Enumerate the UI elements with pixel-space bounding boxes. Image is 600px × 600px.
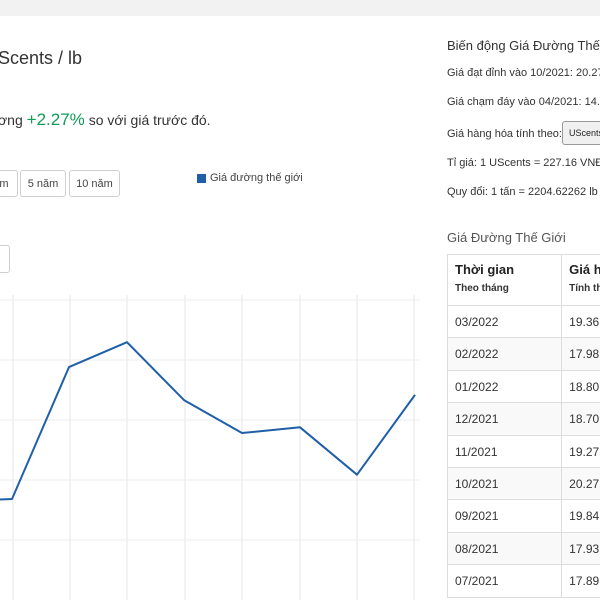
legend-label: Giá đường thế giới	[210, 172, 303, 184]
table-row: 01/2022 18.80	[446, 369, 600, 404]
row-price: 19.27	[561, 434, 600, 468]
col-price-subtitle: Tính th	[569, 283, 600, 294]
table-row: 11/2021 19.27	[446, 434, 600, 468]
table-row: 03/2022 19.36	[446, 304, 600, 339]
row-price: 17.98	[561, 337, 600, 371]
price-unit-label: Scents / lb	[0, 48, 83, 68]
row-time: 03/2022	[446, 304, 563, 339]
row-price: 20.27	[561, 466, 600, 501]
col-time-title: Thời gian	[455, 262, 515, 277]
legend-swatch	[197, 173, 206, 183]
table-row: 08/2021 17.93	[446, 531, 600, 566]
table-title: Giá Đường Thế Giới	[447, 230, 566, 245]
conversion-text: Quy đổi: 1 tấn = 2204.62262 lb	[447, 186, 598, 198]
unit-label: Giá hàng hóa tính theo:	[447, 128, 562, 140]
change-prefix: ơng	[0, 112, 23, 128]
row-time: 01/2022	[446, 369, 563, 404]
price-table: Thời gian Theo tháng Giá h Tính th 03/20…	[446, 254, 600, 598]
bottom-price-text: Giá chạm đáy vào 04/2021: 14.7	[447, 96, 600, 108]
row-price: 18.80	[561, 369, 600, 404]
peak-price-text: Giá đạt đỉnh vào 10/2021: 20.27	[447, 67, 600, 79]
row-time: 11/2021	[446, 434, 563, 468]
unit-select[interactable]: UScents	[562, 121, 600, 145]
change-suffix: so với giá trước đó.	[88, 112, 211, 128]
table-row: 12/2021 18.70	[446, 402, 600, 436]
top-bar	[0, 0, 600, 16]
range-button-partial[interactable]: m	[0, 170, 18, 197]
row-price: 17.89	[561, 564, 600, 598]
col-time-subtitle: Theo tháng	[455, 283, 509, 294]
row-price: 17.93	[561, 531, 600, 566]
range-input-box[interactable]	[0, 245, 10, 273]
table-row: 09/2021 19.84	[446, 499, 600, 533]
row-price: 19.84	[561, 499, 600, 533]
row-time: 08/2021	[446, 531, 563, 566]
exchange-rate-text: Tỉ giá: 1 UScents = 227.16 VNĐ	[447, 157, 600, 169]
table-row: 02/2022 17.98	[446, 337, 600, 371]
range-button-10y[interactable]: 10 năm	[69, 170, 120, 197]
price-line-chart	[0, 295, 420, 600]
col-time-header: Thời gian Theo tháng	[446, 254, 563, 306]
row-time: 02/2022	[446, 337, 563, 371]
col-price-title: Giá h	[569, 262, 600, 277]
row-time: 09/2021	[446, 499, 563, 533]
chart-legend: Giá đường thế giới	[197, 172, 303, 184]
col-price-header: Giá h Tính th	[561, 254, 600, 306]
range-button-5y[interactable]: 5 năm	[20, 170, 66, 197]
right-panel-title: Biến động Giá Đường Thế G	[447, 38, 600, 53]
row-price: 19.36	[561, 304, 600, 339]
row-time: 07/2021	[446, 564, 563, 598]
row-price: 18.70	[561, 402, 600, 436]
series-line	[0, 341, 416, 501]
table-header-row: Thời gian Theo tháng Giá h Tính th	[446, 254, 600, 306]
table-row: 07/2021 17.89	[446, 564, 600, 598]
row-time: 10/2021	[446, 466, 563, 501]
row-time: 12/2021	[446, 402, 563, 436]
price-change-text: ơng +2.27% so với giá trước đó.	[0, 110, 211, 130]
table-row: 10/2021 20.27	[446, 466, 600, 501]
change-percent: +2.27%	[26, 110, 85, 129]
